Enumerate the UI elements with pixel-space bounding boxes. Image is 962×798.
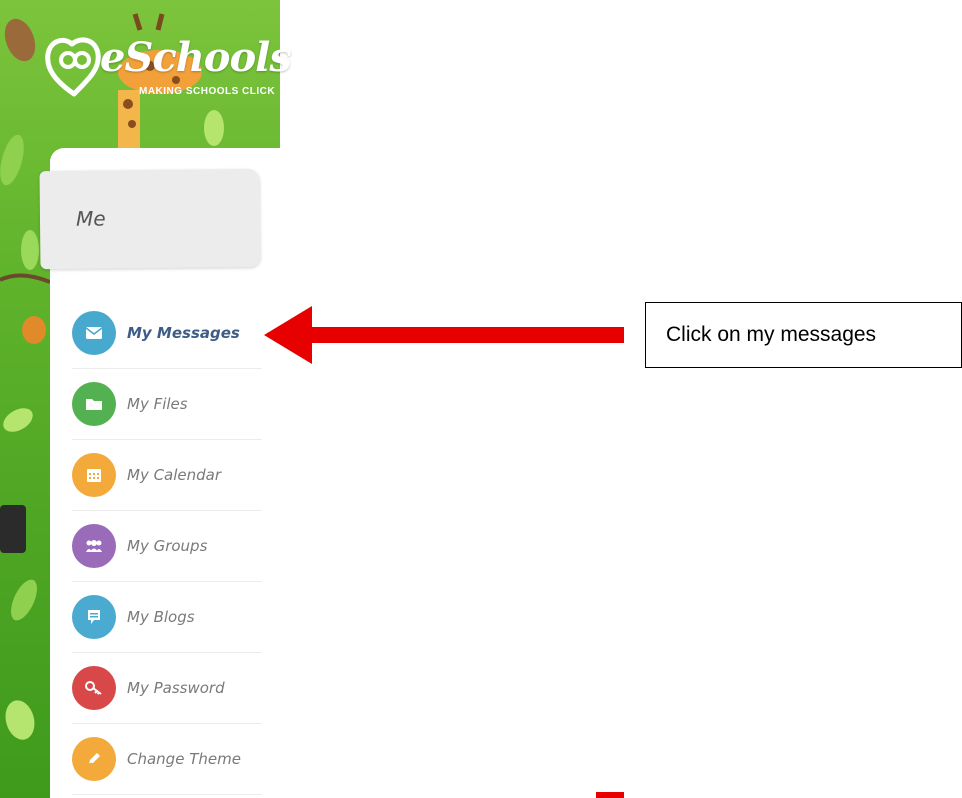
menu-item-label: Change Theme bbox=[127, 750, 241, 768]
logo-brand-text: eSchools bbox=[100, 34, 292, 81]
menu-item-label: My Files bbox=[127, 395, 188, 413]
menu-item-label: My Password bbox=[127, 679, 225, 697]
annotation-callout: Click on my messages bbox=[645, 302, 962, 368]
menu-item-label: My Calendar bbox=[127, 466, 222, 484]
menu-item-my-calendar[interactable]: My Calendar bbox=[72, 440, 262, 511]
menu-item-change-theme[interactable]: Change Theme bbox=[72, 724, 262, 795]
me-menu: My Messages My Files My Calendar My Grou… bbox=[72, 298, 262, 795]
key-icon bbox=[72, 666, 116, 710]
menu-item-my-blogs[interactable]: My Blogs bbox=[72, 582, 262, 653]
menu-item-label: My Groups bbox=[127, 537, 208, 555]
annotation-red-mark bbox=[596, 792, 624, 798]
callout-text: Click on my messages bbox=[666, 323, 877, 346]
menu-item-my-groups[interactable]: My Groups bbox=[72, 511, 262, 582]
blog-icon bbox=[72, 595, 116, 639]
eschools-logo[interactable]: eSchools MAKING SCHOOLS CLICK bbox=[44, 30, 292, 110]
menu-item-my-password[interactable]: My Password bbox=[72, 653, 262, 724]
folder-icon bbox=[72, 382, 116, 426]
menu-item-label: My Messages bbox=[127, 324, 240, 342]
pencil-icon bbox=[72, 737, 116, 781]
menu-item-label: My Blogs bbox=[127, 608, 195, 626]
menu-item-my-files[interactable]: My Files bbox=[72, 369, 262, 440]
users-icon bbox=[72, 524, 116, 568]
logo-heart-icon bbox=[45, 37, 101, 97]
envelope-icon bbox=[72, 311, 116, 355]
me-tab-label: Me bbox=[75, 206, 106, 231]
logo-tagline: MAKING SCHOOLS CLICK bbox=[139, 86, 276, 97]
menu-item-my-messages[interactable]: My Messages bbox=[72, 298, 262, 369]
calendar-icon bbox=[72, 453, 116, 497]
annotation-arrow-icon bbox=[264, 306, 624, 364]
me-tab[interactable]: Me bbox=[39, 168, 261, 270]
